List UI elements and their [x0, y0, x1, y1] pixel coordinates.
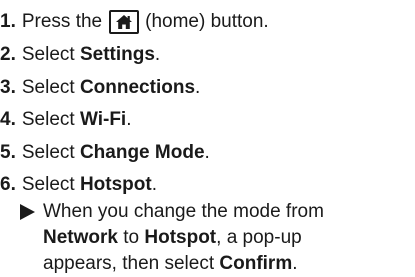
note-text: . [292, 253, 298, 274]
note-text: , a pop-up [216, 227, 302, 248]
menu-item-name: Connections [79, 77, 196, 98]
step-number: 6. [0, 174, 16, 195]
note-text: When you change the mode from [43, 201, 324, 222]
step-text: Select [21, 142, 80, 163]
home-icon [109, 10, 140, 34]
note-line-1: When you change the mode from [43, 199, 324, 225]
step-punct: . [151, 174, 157, 195]
step-text: Select [21, 77, 80, 98]
mode-hotspot: Hotspot [144, 227, 217, 248]
step-text: Select [21, 174, 80, 195]
step-3: 3. Select Connections. [0, 71, 200, 105]
step-4: 4. Select Wi-Fi. [0, 103, 132, 137]
step-text: Press the [21, 11, 103, 32]
step-6: 6. Select Hotspot. [0, 168, 157, 202]
menu-item-name: Wi-Fi [79, 109, 127, 130]
note-text: appears, then select [43, 253, 220, 274]
step-punct: . [154, 44, 161, 65]
step-text: (home) button. [145, 11, 269, 32]
step-number: 5. [0, 142, 16, 163]
step-punct: . [204, 142, 210, 163]
menu-item-name: Hotspot [79, 174, 152, 195]
mode-network: Network [43, 227, 118, 248]
step-number: 2. [0, 44, 16, 65]
step-2: 2. Select Settings. [0, 38, 160, 72]
step-text: Select [21, 44, 80, 65]
note-line-3: appears, then select Confirm. [43, 251, 298, 277]
confirm-label: Confirm [219, 253, 293, 274]
step-punct: . [126, 109, 132, 130]
step-punct: . [195, 77, 201, 98]
step-number: 1. [0, 11, 16, 32]
step-number: 4. [0, 109, 16, 130]
step-text: Select [21, 109, 80, 130]
step-5: 5. Select Change Mode. [0, 136, 210, 170]
menu-item-name: Change Mode [79, 142, 205, 163]
step-1: 1. Press the (home) button. [0, 5, 269, 39]
note-text: to [117, 227, 145, 248]
note-line-2: Network to Hotspot, a pop-up [43, 225, 302, 251]
menu-item-name: Settings [79, 44, 155, 65]
step-number: 3. [0, 77, 16, 98]
arrow-right-icon [20, 204, 35, 220]
